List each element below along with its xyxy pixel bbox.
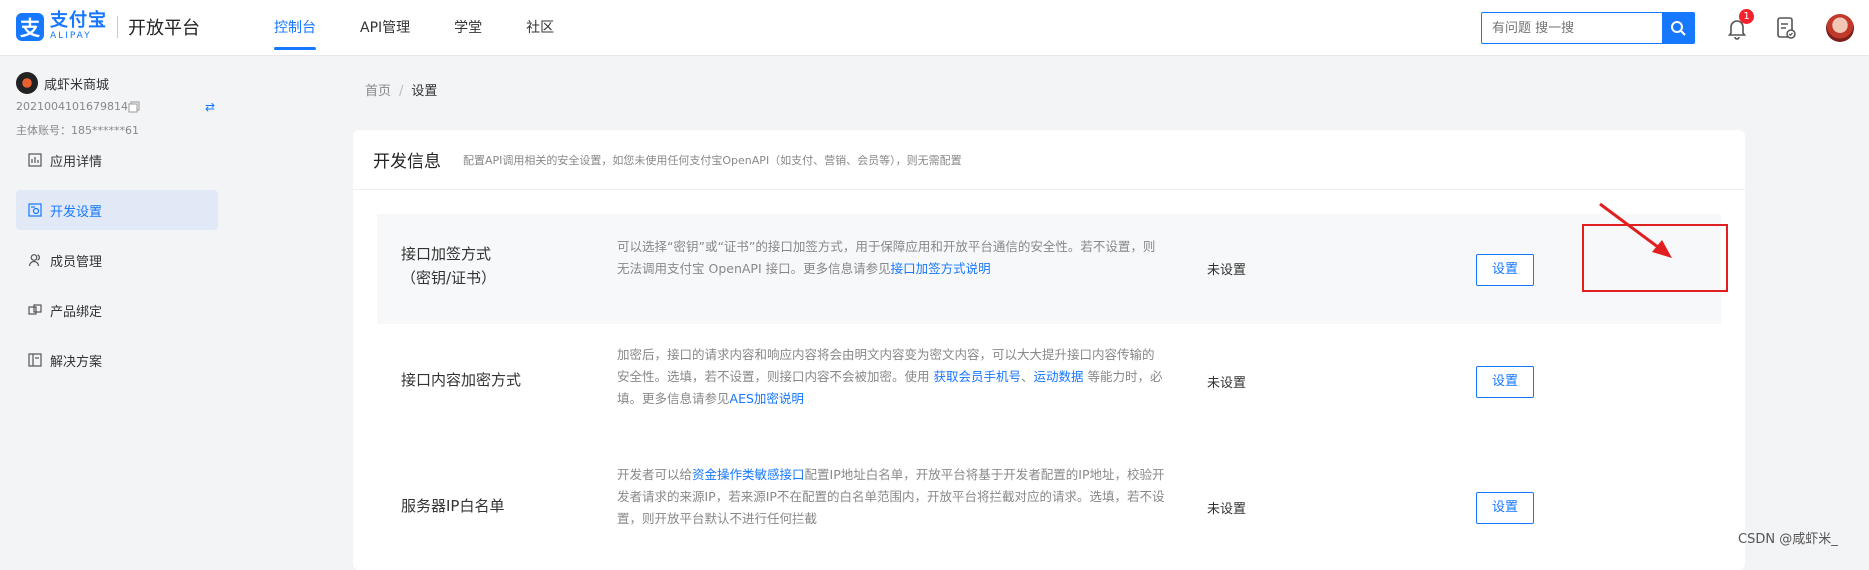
red-arrow-icon [1599,202,1672,258]
get-member-phone-link[interactable]: 获取会员手机号 [933,369,1021,384]
sidebar-item-members[interactable]: 成员管理 [16,240,218,280]
alipay-logo[interactable]: 支 支付宝 ALIPAY 开放平台 [16,12,200,41]
sidebar-item-label: 成员管理 [50,254,103,270]
alipay-logo-icon: 支 [16,12,44,41]
ip-whitelist-settings-button[interactable]: 设置 [1476,492,1534,524]
search-button[interactable] [1662,13,1694,43]
logo-divider [117,15,118,38]
sports-data-link[interactable]: 运动数据 [1034,369,1084,384]
search-box [1481,12,1695,44]
encryption-settings-button[interactable]: 设置 [1476,366,1534,398]
platform-title: 开放平台 [128,17,200,39]
solutions-icon [28,353,42,367]
copy-icon[interactable] [128,101,140,113]
app-avatar [16,72,38,94]
aes-doc-link[interactable]: AES加密说明 [730,391,804,406]
row-description: 开发者可以给资金操作类敏感接口配置IP地址白名单，开放平台将基于开发者配置的IP… [617,464,1165,530]
switch-app-icon[interactable]: ⇄ [205,100,215,114]
user-avatar[interactable] [1826,14,1854,42]
breadcrumb-home[interactable]: 首页 [365,84,391,99]
row-label: 接口加签方式 （密钥/证书） [401,242,496,290]
breadcrumb: 首页 / 设置 [365,80,437,99]
logo-en-text: ALIPAY [50,31,92,41]
row-label: 服务器IP白名单 [401,497,505,515]
row-description: 可以选择“密钥”或“证书”的接口加签方式，用于保障应用和开放平台通信的安全性。若… [617,236,1165,280]
status-text: 未设置 [1207,376,1247,391]
top-nav: 控制台 API管理 学堂 社区 [252,0,576,56]
status-text: 未设置 [1207,502,1247,517]
search-input[interactable] [1482,13,1662,43]
nav-community[interactable]: 社区 [504,0,576,56]
dev-info-card: 开发信息 配置API调用相关的安全设置，如您未使用任何支付宝OpenAPI（如支… [353,130,1745,570]
sensitive-api-link[interactable]: 资金操作类敏感接口 [692,467,805,482]
card-title: 开发信息 [373,152,441,172]
app-details-icon [28,153,42,167]
notification-badge: 1 [1739,9,1754,24]
row-label: 接口内容加密方式 [401,371,522,389]
card-description: 配置API调用相关的安全设置，如您未使用任何支付宝OpenAPI（如支付、营销、… [463,153,962,167]
row-description: 加密后，接口的请求内容和响应内容将会由明文内容变为密文内容，可以大大提升接口内容… [617,344,1165,410]
members-icon [28,254,40,267]
main-account: 主体账号：185******61 [16,124,139,137]
sidebar-item-solutions[interactable]: 解决方案 [16,340,218,380]
document-check-icon[interactable] [1774,15,1798,41]
nav-academy[interactable]: 学堂 [432,0,504,56]
row-label-line1: 接口加签方式 [401,245,492,263]
setting-row-signing: 接口加签方式 （密钥/证书） 可以选择“密钥”或“证书”的接口加签方式，用于保障… [377,214,1721,324]
top-header: 支 支付宝 ALIPAY 开放平台 控制台 API管理 学堂 社区 1 [0,0,1869,56]
breadcrumb-current: 设置 [411,84,438,99]
link-icon [28,304,42,315]
watermark: CSDN @咸虾米_ [1738,532,1838,547]
desc-text: 可以选择“密钥”或“证书”的接口加签方式，用于保障应用和开放平台通信的安全性。若… [617,239,1156,276]
breadcrumb-separator: / [399,84,404,99]
sidebar-item-label: 应用详情 [50,154,103,170]
app-id: 2021004101679814 [16,100,128,113]
card-header: 开发信息 配置API调用相关的安全设置，如您未使用任何支付宝OpenAPI（如支… [353,130,1745,190]
desc-text: 、 [1021,369,1034,384]
dev-settings-icon [28,203,42,217]
status-text: 未设置 [1207,263,1247,278]
search-icon [1671,21,1686,36]
nav-api-management[interactable]: API管理 [338,0,432,56]
app-info: 咸虾米商城 [16,72,109,94]
signing-doc-link[interactable]: 接口加签方式说明 [891,261,991,276]
row-label-line2: （密钥/证书） [401,269,497,287]
sidebar-item-label: 开发设置 [50,204,103,220]
nav-console[interactable]: 控制台 [252,0,338,56]
sidebar-item-product-binding[interactable]: 产品绑定 [16,290,218,330]
logo-cn-text: 支付宝 [50,10,107,31]
sidebar-item-label: 产品绑定 [50,304,103,320]
setting-row-encryption: 接口内容加密方式 加密后，接口的请求内容和响应内容将会由明文内容变为密文内容，可… [377,324,1721,438]
sidebar-item-app-details[interactable]: 应用详情 [16,140,218,180]
sidebar-item-label: 解决方案 [50,354,103,370]
app-name: 咸虾米商城 [44,77,110,93]
sidebar: 咸虾米商城 2021004101679814 ⇄ 主体账号：185******6… [0,56,226,557]
sidebar-item-dev-settings[interactable]: 开发设置 [16,190,218,230]
signing-settings-button[interactable]: 设置 [1476,254,1534,286]
setting-row-ip-whitelist: 服务器IP白名单 开发者可以给资金操作类敏感接口配置IP地址白名单，开放平台将基… [377,438,1721,570]
desc-text: 开发者可以给 [617,467,693,482]
